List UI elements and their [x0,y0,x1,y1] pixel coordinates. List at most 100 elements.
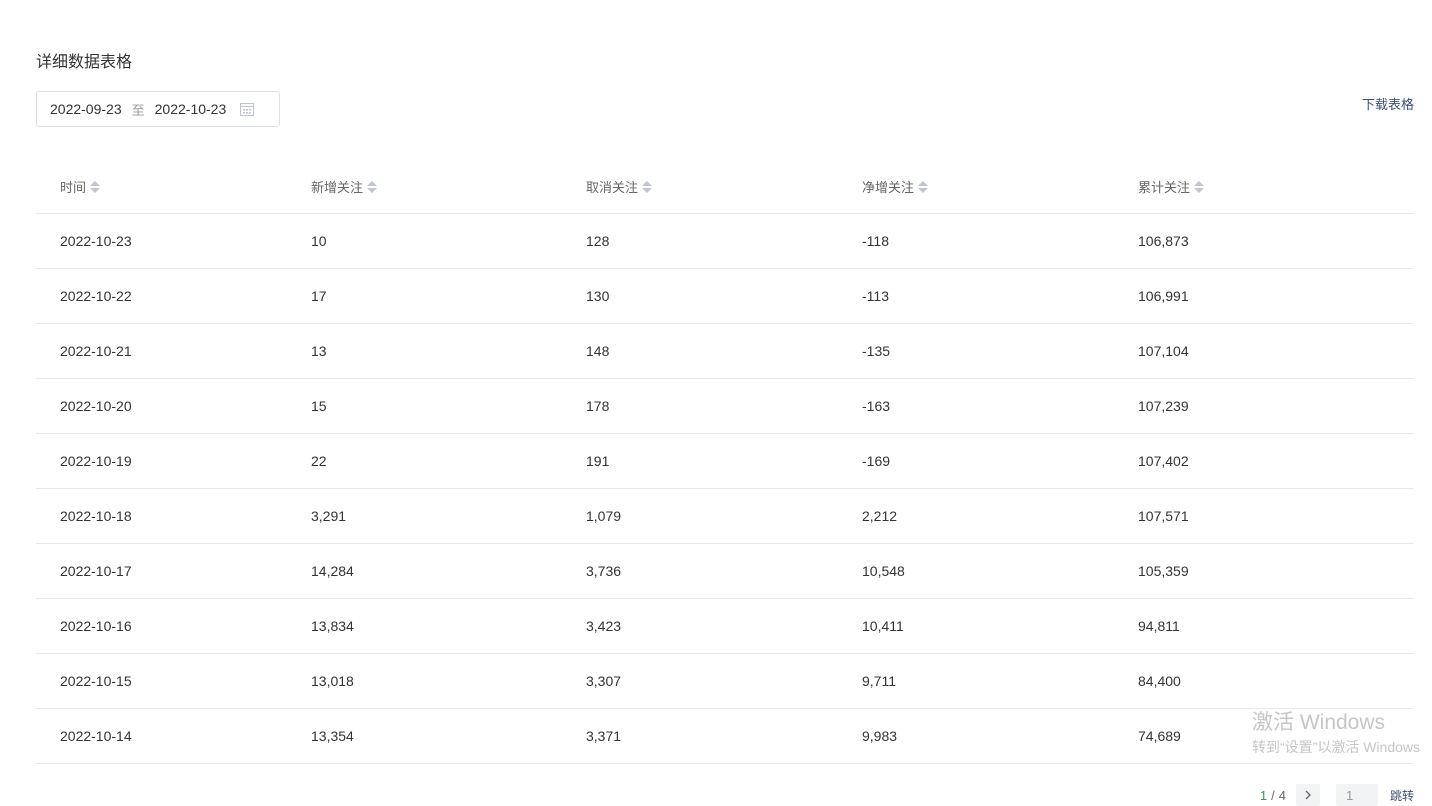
column-header-label: 净增关注 [862,180,915,195]
column-header-time[interactable]: 时间 [36,160,311,214]
table-row: 2022-10-19 22 191 -169 107,402 [36,433,1414,489]
table-cell-new-follows: 13,354 [311,708,586,764]
table-cell-net-follows: 2,212 [862,488,1138,544]
table-cell-new-follows: 15 [311,378,586,434]
table-cell-unfollows: 1,079 [586,488,862,544]
table-cell-time: 2022-10-14 [36,708,311,764]
table-cell-unfollows: 191 [586,433,862,489]
table-cell-net-follows: 9,983 [862,708,1138,764]
sort-desc-arrow [1194,187,1205,193]
sort-asc-arrow [1194,180,1205,186]
table-cell-new-follows: 17 [311,268,586,324]
table-cell-new-follows: 13,018 [311,653,586,709]
sort-desc-arrow [90,187,101,193]
column-header-inner: 时间 [60,177,101,196]
column-header-label: 取消关注 [586,180,639,195]
table-body: 2022-10-23 10 128 -118 106,873 2022-10-22 17 13… [36,213,1414,764]
sort-asc-arrow [367,180,378,186]
table-cell-time: 2022-10-18 [36,488,311,544]
table-row: 2022-10-18 3,291 1,079 2,212 107,571 [36,488,1414,544]
table-cell-unfollows: 3,307 [586,653,862,709]
table-header-row: 时间 新增关注 取消关注 净增关注 累计关注 [36,160,1414,214]
table-cell-time: 2022-10-23 [36,213,311,269]
sort-icon[interactable] [1194,180,1205,193]
column-header-label: 累计关注 [1138,180,1191,195]
pagination: 1 / 4 跳转 [1260,784,1414,806]
sort-icon[interactable] [367,180,378,193]
sort-desc-arrow [367,187,378,193]
table-cell-time: 2022-10-20 [36,378,311,434]
table-cell-new-follows: 13 [311,323,586,379]
data-table: 时间 新增关注 取消关注 净增关注 累计关注 2022-10-23 10 128 -118 10… [36,160,1414,764]
table-cell-net-follows: 10,548 [862,543,1138,599]
table-cell-time: 2022-10-19 [36,433,311,489]
table-row: 2022-10-22 17 130 -113 106,991 [36,268,1414,324]
table-cell-total-follows: 107,402 [1138,433,1414,489]
column-header-unfollows[interactable]: 取消关注 [586,160,862,214]
table-cell-new-follows: 10 [311,213,586,269]
sort-asc-arrow [90,180,101,186]
column-header-inner: 累计关注 [1138,177,1205,196]
table-row: 2022-10-15 13,018 3,307 9,711 84,400 [36,653,1414,709]
section-title: 详细数据表格 [36,54,133,71]
table-cell-net-follows: -118 [862,213,1138,269]
column-header-net-follows[interactable]: 净增关注 [862,160,1138,214]
page-jump-input[interactable] [1335,784,1378,806]
column-header-inner: 净增关注 [862,177,929,196]
table-row: 2022-10-21 13 148 -135 107,104 [36,323,1414,379]
sort-desc-arrow [642,187,653,193]
page-separator: / [1271,787,1275,803]
table-cell-unfollows: 148 [586,323,862,379]
table-cell-new-follows: 14,284 [311,543,586,599]
download-table-link[interactable]: 下载表格 [1362,94,1414,113]
sort-asc-arrow [642,180,653,186]
column-header-total-follows[interactable]: 累计关注 [1138,160,1414,214]
table-cell-new-follows: 3,291 [311,488,586,544]
start-date[interactable]: 2022-09-23 [50,101,122,117]
table-cell-net-follows: -169 [862,433,1138,489]
total-pages: 4 [1278,787,1286,803]
table-cell-total-follows: 105,359 [1138,543,1414,599]
table-row: 2022-10-14 13,354 3,371 9,983 74,689 [36,708,1414,764]
table-cell-time: 2022-10-17 [36,543,311,599]
table-row: 2022-10-16 13,834 3,423 10,411 94,811 [36,598,1414,654]
table-row: 2022-10-23 10 128 -118 106,873 [36,213,1414,269]
column-header-new-follows[interactable]: 新增关注 [311,160,586,214]
table-row: 2022-10-17 14,284 3,736 10,548 105,359 [36,543,1414,599]
chevron-right-icon [1305,790,1311,800]
table-cell-time: 2022-10-22 [36,268,311,324]
sort-icon[interactable] [918,180,929,193]
table-cell-net-follows: -135 [862,323,1138,379]
table-cell-total-follows: 106,991 [1138,268,1414,324]
sort-asc-arrow [918,180,929,186]
table-cell-total-follows: 107,104 [1138,323,1414,379]
table-cell-unfollows: 3,423 [586,598,862,654]
table-cell-time: 2022-10-15 [36,653,311,709]
table-cell-unfollows: 3,736 [586,543,862,599]
table-cell-unfollows: 130 [586,268,862,324]
calendar-icon[interactable] [240,102,255,116]
table-cell-total-follows: 94,811 [1138,598,1414,654]
table-cell-net-follows: -163 [862,378,1138,434]
table-cell-total-follows: 106,873 [1138,213,1414,269]
jump-button[interactable]: 跳转 [1390,787,1414,804]
next-page-button[interactable] [1295,784,1320,806]
end-date[interactable]: 2022-10-23 [155,101,227,117]
table-row: 2022-10-20 15 178 -163 107,239 [36,378,1414,434]
column-header-label: 新增关注 [311,180,364,195]
table-cell-time: 2022-10-16 [36,598,311,654]
table-cell-net-follows: -113 [862,268,1138,324]
table-cell-new-follows: 13,834 [311,598,586,654]
table-cell-unfollows: 128 [586,213,862,269]
table-cell-new-follows: 22 [311,433,586,489]
current-page: 1 [1259,787,1268,803]
column-header-inner: 新增关注 [311,177,378,196]
sort-icon[interactable] [90,180,101,193]
sort-icon[interactable] [642,180,653,193]
table-cell-total-follows: 74,689 [1138,708,1414,764]
table-cell-total-follows: 107,239 [1138,378,1414,434]
table-cell-total-follows: 107,571 [1138,488,1414,544]
table-cell-unfollows: 178 [586,378,862,434]
date-range-picker[interactable]: 2022-09-23 至 2022-10-23 [36,91,280,127]
date-separator: 至 [131,102,145,118]
